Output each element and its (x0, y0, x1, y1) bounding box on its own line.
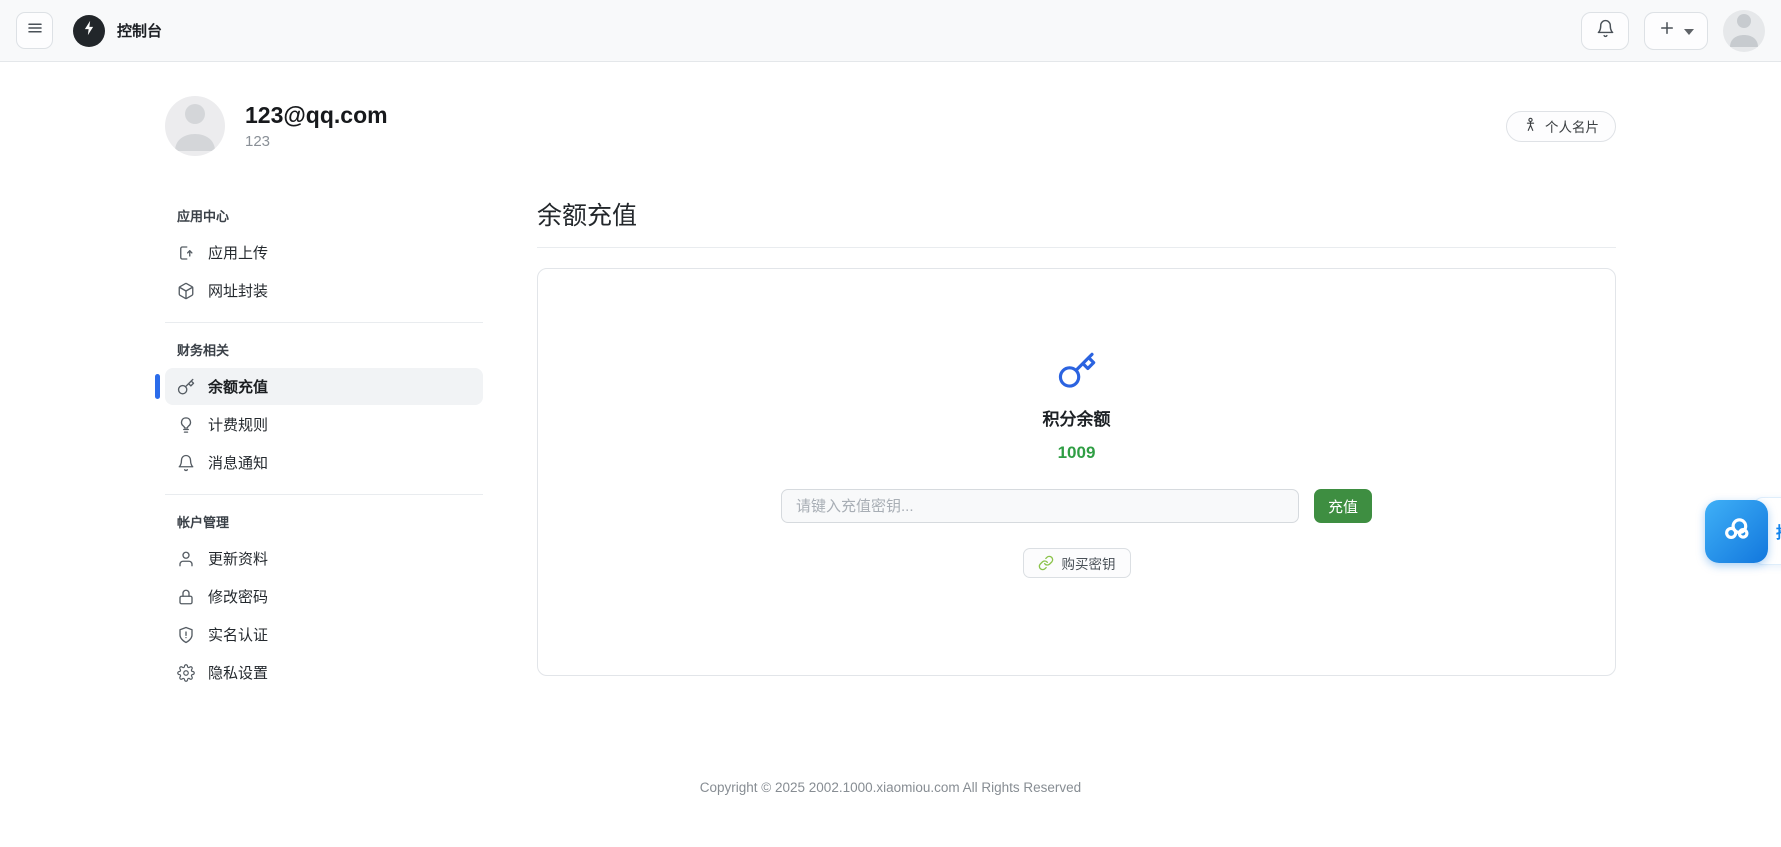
baidu-netdisk-cloud-icon (1719, 511, 1755, 552)
bell-icon (177, 454, 195, 472)
app-logo (73, 15, 105, 47)
page: 控制台 (0, 0, 1781, 847)
topbar-actions (1581, 10, 1765, 52)
sidebar-item-label: 网址封装 (208, 280, 268, 301)
cube-icon (177, 282, 195, 300)
sidebar-item-label: 应用上传 (208, 242, 268, 263)
buy-key-button[interactable]: 购买密钥 (1023, 548, 1131, 578)
sidebar-item-privacy-settings[interactable]: 隐私设置 (165, 654, 483, 691)
floating-promo-widget: 推 (1705, 497, 1781, 567)
key-icon (1057, 351, 1097, 391)
create-new-button[interactable] (1644, 12, 1708, 50)
section-header: 财务相关 (165, 340, 483, 367)
footer-copyright: Copyright © 2025 2002.1000.xiaomiou.com … (0, 780, 1781, 795)
upload-icon (177, 244, 195, 262)
lock-icon (177, 588, 195, 606)
sidebar-section-account: 帐户管理 更新资料 修改密码 实名认证 (165, 512, 483, 691)
key-icon (177, 378, 195, 396)
sidebar-item-label: 计费规则 (208, 414, 268, 435)
sidebar-item-change-password[interactable]: 修改密码 (165, 578, 483, 615)
personal-card-button[interactable]: 个人名片 (1506, 111, 1616, 142)
page-title: 控制台 (117, 20, 162, 41)
shield-icon (177, 626, 195, 644)
bell-icon (1596, 19, 1615, 43)
lightning-logo-icon (80, 19, 98, 42)
personal-card-label: 个人名片 (1545, 116, 1599, 136)
recharge-form: 充值 (781, 489, 1372, 523)
profile-avatar (165, 96, 225, 156)
sidebar-item-label: 实名认证 (208, 624, 268, 645)
caret-down-icon (1684, 22, 1694, 40)
main-content: 余额充值 积分余额 1009 充值 购买密钥 (537, 180, 1616, 676)
profile-email: 123@qq.com (245, 102, 388, 129)
profile-info: 123@qq.com 123 (245, 102, 388, 150)
recharge-card: 积分余额 1009 充值 购买密钥 (537, 268, 1616, 676)
person-icon (1523, 117, 1538, 135)
profile-header: 123@qq.com 123 个人名片 (165, 96, 1616, 156)
profile-username: 123 (245, 133, 388, 150)
sidebar-item-billing-rules[interactable]: 计费规则 (165, 406, 483, 443)
topbar: 控制台 (0, 0, 1781, 62)
sidebar-item-update-profile[interactable]: 更新资料 (165, 540, 483, 577)
sidebar-item-notifications[interactable]: 消息通知 (165, 444, 483, 481)
topbar-avatar[interactable] (1723, 10, 1765, 52)
avatar-silhouette-icon (165, 96, 225, 156)
gear-icon (177, 664, 195, 682)
sidebar-item-label: 余额充值 (208, 376, 268, 397)
sidebar-divider (165, 494, 483, 495)
balance-label: 积分余额 (1043, 405, 1111, 430)
sidebar-section-finance: 财务相关 余额充值 计费规则 消息通知 (165, 340, 483, 481)
sidebar-item-realname-verification[interactable]: 实名认证 (165, 616, 483, 653)
balance-value: 1009 (1058, 443, 1096, 463)
netdisk-promo-button[interactable] (1705, 500, 1768, 563)
bulb-icon (177, 416, 195, 434)
recharge-button[interactable]: 充值 (1314, 489, 1372, 523)
avatar-silhouette-icon (1723, 10, 1765, 52)
section-header: 应用中心 (165, 206, 483, 233)
sidebar-item-label: 更新资料 (208, 548, 268, 569)
body: 应用中心 应用上传 网址封装 财务相关 (165, 180, 1616, 692)
sidebar-section-app-center: 应用中心 应用上传 网址封装 (165, 206, 483, 309)
buy-key-label: 购买密钥 (1062, 553, 1116, 573)
sidebar-item-balance-recharge[interactable]: 余额充值 (165, 368, 483, 405)
section-title: 余额充值 (537, 180, 1616, 248)
sidebar-item-app-upload[interactable]: 应用上传 (165, 234, 483, 271)
sidebar-item-label: 隐私设置 (208, 662, 268, 683)
section-header: 帐户管理 (165, 512, 483, 539)
hamburger-icon (26, 19, 44, 42)
promo-text-fragment: 推 (1776, 519, 1781, 543)
user-icon (177, 550, 195, 568)
recharge-key-input[interactable] (781, 489, 1299, 523)
sidebar-item-url-packaging[interactable]: 网址封装 (165, 272, 483, 309)
sidebar-toggle-button[interactable] (16, 12, 53, 49)
plus-icon (1658, 19, 1676, 42)
sidebar-item-label: 消息通知 (208, 452, 268, 473)
sidebar-item-label: 修改密码 (208, 586, 268, 607)
sidebar: 应用中心 应用上传 网址封装 财务相关 (165, 180, 483, 692)
notifications-button[interactable] (1581, 12, 1629, 50)
sidebar-divider (165, 322, 483, 323)
link-icon (1038, 555, 1054, 571)
